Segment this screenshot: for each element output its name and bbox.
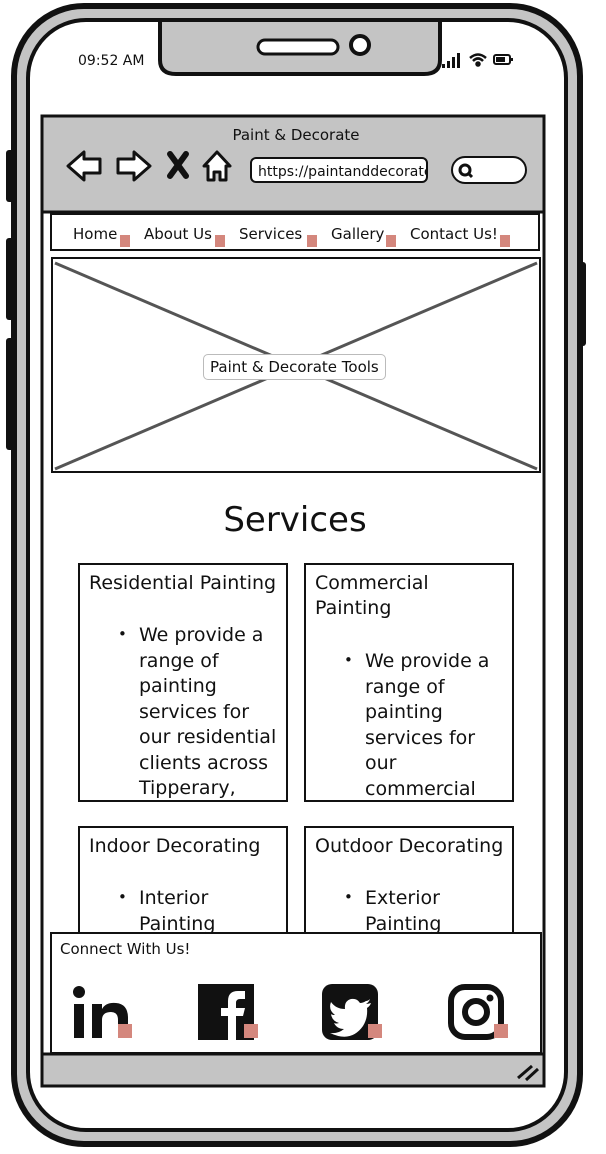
- card-bullet-text: Exterior Painting: [365, 887, 442, 934]
- nav-contact-us[interactable]: Contact Us!: [410, 225, 498, 243]
- footer-title: Connect With Us!: [60, 940, 191, 958]
- main-nav: Home About Us Services Gallery Contact U…: [50, 213, 540, 251]
- nav-home[interactable]: Home: [73, 225, 117, 243]
- link-marker-icon: [118, 1024, 132, 1038]
- service-card-residential: Residential Painting • We provide a rang…: [78, 563, 288, 802]
- search-input[interactable]: [451, 156, 527, 184]
- service-card-commercial: Commercial Painting • We provide a range…: [304, 563, 514, 802]
- browser-controls: [66, 150, 232, 182]
- link-marker-icon: [500, 235, 510, 247]
- card-title: Indoor Decorating: [89, 835, 261, 857]
- browser-title: Paint & Decorate: [232, 126, 360, 144]
- hero-image-placeholder: Paint & Decorate Tools: [51, 257, 541, 473]
- card-bullet-text: Interior Painting: [139, 887, 216, 934]
- card-bullet-text: We provide a range of painting services …: [139, 624, 277, 799]
- services-heading: Services: [223, 500, 367, 540]
- forward-icon: [116, 150, 152, 182]
- nav-gallery[interactable]: Gallery: [331, 225, 384, 243]
- close-icon: [167, 151, 189, 179]
- bullet-icon: •: [118, 888, 127, 906]
- link-marker-icon: [386, 235, 396, 247]
- status-icons: [442, 53, 513, 68]
- card-title: Outdoor Decorating: [315, 835, 504, 857]
- hero-label: Paint & Decorate Tools: [203, 354, 386, 380]
- bullet-icon: •: [344, 651, 353, 669]
- nav-about-us[interactable]: About Us: [144, 225, 212, 243]
- wifi-icon: [469, 53, 487, 67]
- link-marker-icon: [494, 1024, 508, 1038]
- signal-icon: [442, 53, 460, 68]
- battery-icon: [493, 54, 513, 65]
- card-bullet-text: We provide a range of painting services …: [365, 650, 490, 800]
- bullet-icon: •: [344, 888, 353, 906]
- home-icon: [202, 150, 232, 182]
- footer: Connect With Us!: [50, 932, 542, 1054]
- link-marker-icon: [244, 1024, 258, 1038]
- link-marker-icon: [215, 235, 225, 247]
- back-icon: [66, 150, 102, 182]
- service-card-outdoor: Outdoor Decorating • Exterior Painting: [304, 826, 514, 934]
- service-card-indoor: Indoor Decorating • Interior Painting: [78, 826, 288, 934]
- nav-services[interactable]: Services: [239, 225, 302, 243]
- card-title: Residential Painting: [89, 572, 277, 594]
- link-marker-icon: [120, 235, 130, 247]
- link-marker-icon: [368, 1024, 382, 1038]
- bullet-icon: •: [118, 625, 127, 643]
- url-input[interactable]: https://paintanddecorate: [250, 157, 428, 183]
- link-marker-icon: [307, 235, 317, 247]
- card-title: Commercial Painting: [315, 572, 429, 619]
- search-icon: [458, 163, 474, 179]
- status-time: 09:52 AM: [78, 53, 145, 69]
